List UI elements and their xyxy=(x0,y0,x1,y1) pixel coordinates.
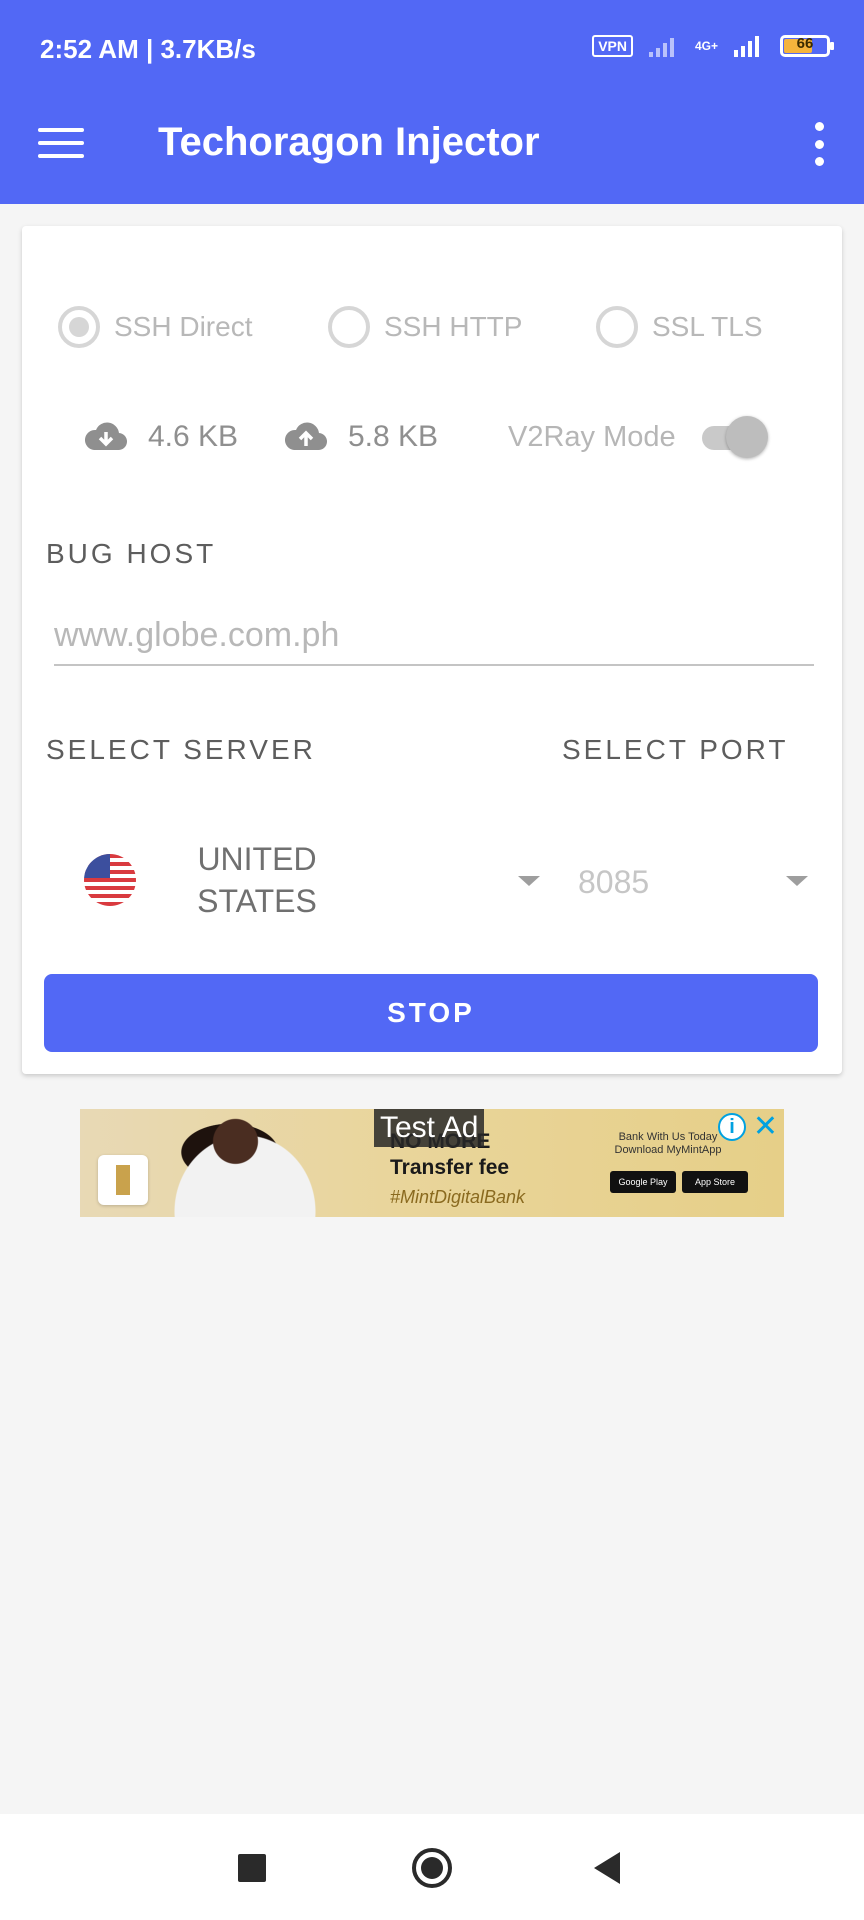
dropdown-arrow-icon xyxy=(518,876,540,886)
radio-ssh-direct[interactable]: SSH Direct xyxy=(58,306,328,348)
radio-label: SSH HTTP xyxy=(384,311,523,342)
app-bar: 2:52 AM | 3.7KB/s VPN 4G+ 66 Techoragon … xyxy=(0,0,864,204)
v2ray-mode-label: V2Ray Mode xyxy=(508,420,676,453)
ad-banner[interactable]: NO MORE Transfer fee #MintDigitalBank Ba… xyxy=(80,1109,784,1217)
radio-checked-icon xyxy=(58,306,100,348)
network-type-icon: 4G+ xyxy=(694,39,718,53)
status-icons: VPN 4G+ 66 xyxy=(592,34,834,58)
app-title: Techoragon Injector xyxy=(158,120,540,164)
back-icon[interactable] xyxy=(594,1852,620,1884)
upload-value: 5.8 KB xyxy=(348,420,439,453)
download-value: 4.6 KB xyxy=(148,420,239,453)
app-store-badge: App Store xyxy=(682,1171,748,1193)
radio-label: SSL TLS xyxy=(652,311,763,342)
home-icon[interactable] xyxy=(412,1848,452,1888)
ad-close-icon[interactable]: ✕ xyxy=(753,1109,778,1144)
radio-ssh-http[interactable]: SSH HTTP xyxy=(328,306,596,348)
radio-unchecked-icon xyxy=(328,306,370,348)
upload-stat: 5.8 KB xyxy=(284,420,508,454)
wifi-signal-icon xyxy=(648,38,674,57)
port-dropdown[interactable]: 8085 xyxy=(578,854,808,910)
select-server-label: SELECT SERVER xyxy=(46,734,316,765)
server-name-line2: STATES xyxy=(197,883,317,919)
cloud-upload-icon xyxy=(284,422,328,451)
radio-label: SSH Direct xyxy=(114,311,253,342)
dropdown-arrow-icon xyxy=(786,876,808,886)
port-value: 8085 xyxy=(578,863,650,900)
download-stat: 4.6 KB xyxy=(84,420,284,454)
bug-host-label: BUG HOST xyxy=(46,538,217,569)
connection-card: SSH Direct SSH HTTP SSL TLS 4.6 KB 5.8 K… xyxy=(22,226,842,1074)
radio-unchecked-icon xyxy=(596,306,638,348)
status-time: 2:52 AM | 3.7KB/s xyxy=(40,34,256,64)
cloud-download-icon xyxy=(84,422,128,451)
server-dropdown[interactable]: UNITED STATES xyxy=(84,824,554,936)
ad-hashtag: #MintDigitalBank xyxy=(390,1187,526,1207)
ad-side-text: Bank With Us Today Download MyMintApp xyxy=(614,1131,722,1156)
ad-info-icon[interactable]: i xyxy=(718,1113,746,1141)
mode-radio-group: SSH Direct SSH HTTP SSL TLS xyxy=(58,306,812,348)
more-options-icon[interactable] xyxy=(812,122,826,166)
test-ad-label: Test Ad xyxy=(374,1109,485,1147)
recents-icon[interactable] xyxy=(238,1854,266,1882)
system-nav-bar xyxy=(0,1814,864,1920)
bug-host-input[interactable] xyxy=(54,606,814,666)
server-name-line1: UNITED xyxy=(197,841,317,877)
traffic-stats: 4.6 KB 5.8 KB V2Ray Mode xyxy=(84,414,782,460)
server-name: UNITED STATES xyxy=(152,838,362,922)
v2ray-mode-toggle[interactable] xyxy=(698,414,768,460)
status-bar: 2:52 AM | 3.7KB/s VPN 4G+ 66 xyxy=(0,0,864,104)
battery-level: 66 xyxy=(796,35,814,52)
select-port-label: SELECT PORT xyxy=(562,734,789,765)
hamburger-menu-icon[interactable] xyxy=(38,128,84,158)
ad-image xyxy=(150,1109,340,1217)
google-play-badge: Google Play xyxy=(610,1171,676,1193)
ad-headline-line2: Transfer fee xyxy=(390,1156,510,1179)
cell-signal-icon xyxy=(734,36,759,57)
us-flag-icon xyxy=(84,854,136,906)
radio-ssl-tls[interactable]: SSL TLS xyxy=(596,306,763,348)
battery-icon: 66 xyxy=(780,35,834,57)
stop-button[interactable]: STOP xyxy=(44,974,818,1052)
ad-logo xyxy=(98,1155,148,1205)
vpn-icon: VPN xyxy=(592,35,633,57)
